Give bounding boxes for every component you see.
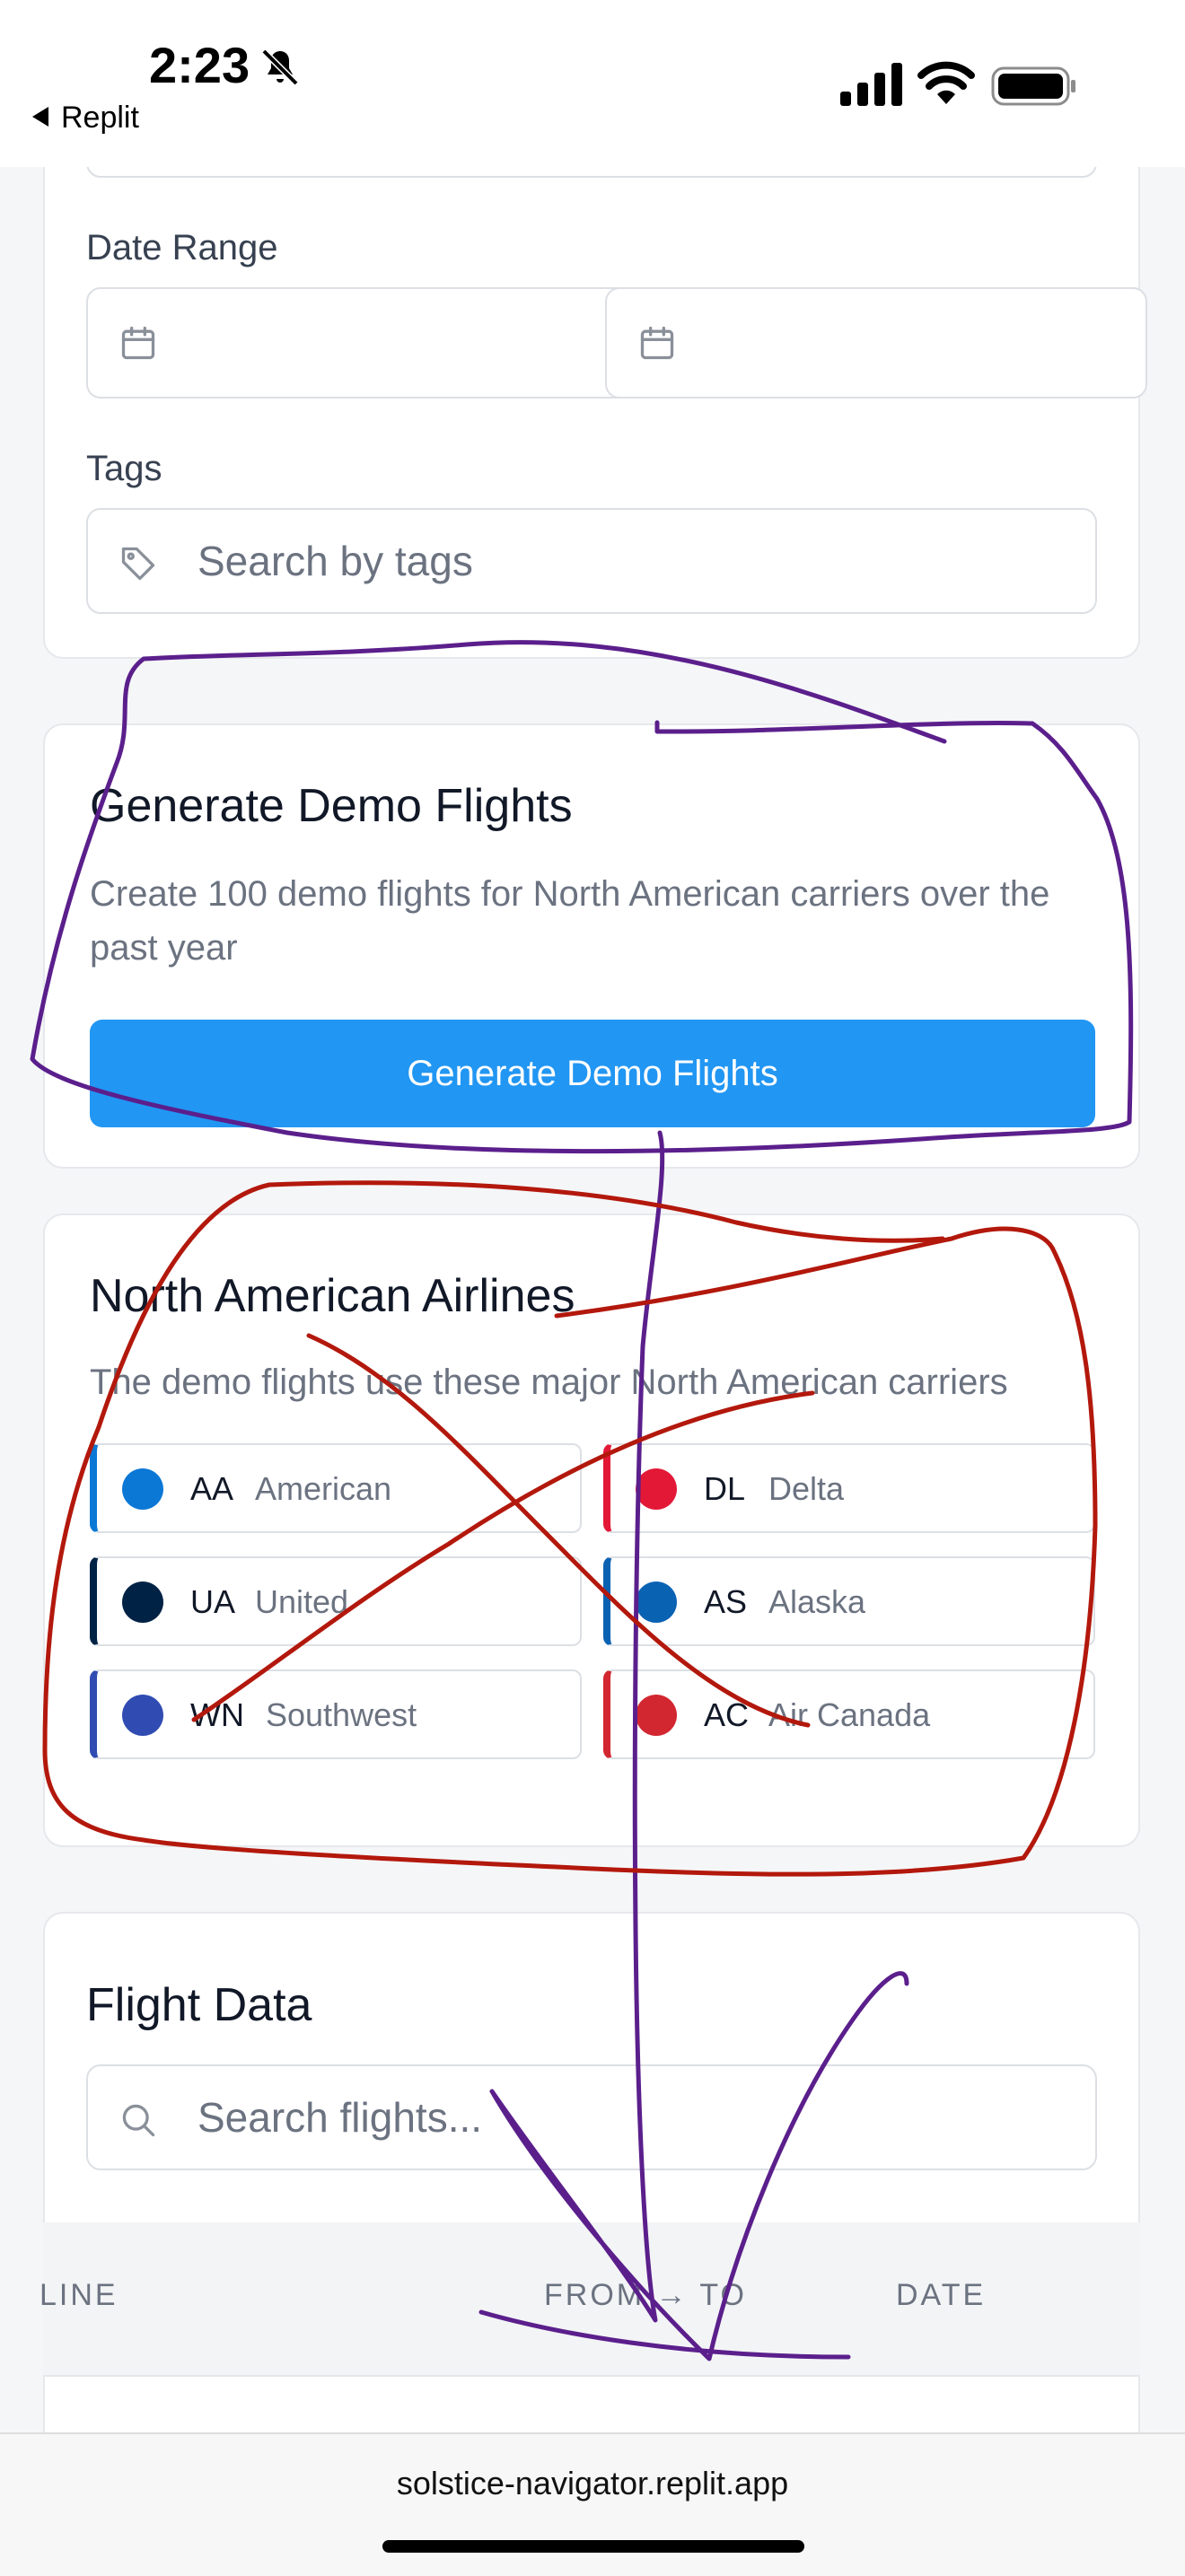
generate-demo-card: Generate Demo Flights Create 100 demo fl… xyxy=(43,723,1140,1169)
browser-bottom-bar: solstice-navigator.replit.app xyxy=(0,2432,1185,2576)
airline-name: United xyxy=(255,1583,349,1620)
start-date-input[interactable] xyxy=(86,287,654,399)
status-bar: 2:23 Replit xyxy=(0,0,1185,167)
tags-search-input[interactable]: Search by tags xyxy=(86,508,1097,614)
calendar-icon xyxy=(640,326,674,360)
airline-color-dot xyxy=(636,1695,677,1736)
airline-color-dot xyxy=(122,1582,163,1623)
airline-name: Air Canada xyxy=(768,1696,931,1733)
flight-search-placeholder: Search flights... xyxy=(198,2094,483,2141)
flight-table-header: LINE FROM → TO DATE xyxy=(40,2222,1140,2377)
generate-demo-flights-button[interactable]: Generate Demo Flights xyxy=(90,1020,1095,1127)
airline-chip-aa: AA American xyxy=(90,1443,582,1533)
airline-name: Southwest xyxy=(266,1696,417,1733)
airline-color-dot xyxy=(636,1582,677,1623)
end-date-input[interactable] xyxy=(605,287,1147,399)
filters-card: Date Range Tags Search by tags xyxy=(43,99,1147,659)
tags-placeholder: Search by tags xyxy=(198,538,473,584)
generate-demo-title: Generate Demo Flights xyxy=(90,780,573,832)
airline-code: DL xyxy=(704,1470,746,1507)
tag-icon xyxy=(121,547,155,581)
status-time: 2:23 xyxy=(149,37,250,93)
column-header-route[interactable]: FROM → TO xyxy=(544,2278,747,2313)
airline-chip-wn: WN Southwest xyxy=(90,1669,582,1759)
date-range-label: Date Range xyxy=(86,228,278,267)
tags-label: Tags xyxy=(86,449,162,488)
bell-muted-icon xyxy=(261,48,299,86)
generate-demo-description: Create 100 demo flights for North Americ… xyxy=(90,874,1050,968)
airline-code: AC xyxy=(704,1696,750,1733)
calendar-icon xyxy=(121,326,155,360)
column-header-airline[interactable]: LINE xyxy=(40,2278,118,2313)
airline-color-dot xyxy=(122,1695,163,1736)
back-to-app-link[interactable]: Replit xyxy=(32,101,139,136)
airline-code: WN xyxy=(190,1696,244,1733)
cellular-signal-icon xyxy=(840,63,902,106)
airline-code: AA xyxy=(190,1470,234,1507)
airline-name: American xyxy=(255,1470,392,1507)
airlines-card: North American Airlines The demo flights… xyxy=(43,1214,1140,1847)
airlines-title: North American Airlines xyxy=(90,1270,575,1322)
airline-code: AS xyxy=(704,1583,748,1620)
flight-data-card: Flight Data Search flights... xyxy=(43,1912,1140,2468)
airline-chip-dl: DL Delta xyxy=(603,1443,1095,1533)
battery-icon xyxy=(991,66,1075,106)
airline-color-dot xyxy=(636,1468,677,1510)
airline-name: Alaska xyxy=(768,1583,866,1620)
back-app-label: Replit xyxy=(61,101,139,135)
column-header-date[interactable]: DATE xyxy=(896,2278,986,2313)
airline-code: UA xyxy=(190,1583,236,1620)
airlines-description: The demo flights use these major North A… xyxy=(90,1362,1008,1402)
flight-data-title: Flight Data xyxy=(86,1979,312,2031)
airline-chip-ac: AC Air Canada xyxy=(603,1669,1095,1759)
wifi-icon xyxy=(917,61,975,104)
airline-chip-ua: UA United xyxy=(90,1556,582,1646)
back-arrow-icon xyxy=(32,107,48,127)
home-indicator[interactable] xyxy=(382,2540,804,2553)
airline-chip-as: AS Alaska xyxy=(603,1556,1095,1646)
search-icon xyxy=(122,2104,155,2137)
flight-search-input[interactable]: Search flights... xyxy=(86,2064,1097,2170)
airline-name: Delta xyxy=(768,1470,845,1507)
airline-color-dot xyxy=(122,1468,163,1510)
browser-url[interactable]: solstice-navigator.replit.app xyxy=(0,2465,1185,2502)
